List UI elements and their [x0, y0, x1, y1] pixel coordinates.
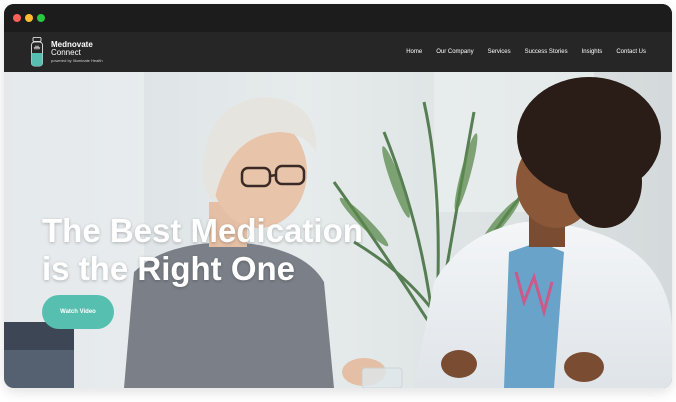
- hero-title-line-1: The Best Medication: [42, 212, 363, 249]
- hero-title-line-2: is the Right One: [42, 250, 296, 287]
- brand-logo-link[interactable]: Mednovate Connect powered by Illuminate …: [30, 36, 103, 68]
- nav-item-success-stories[interactable]: Success Stories: [525, 49, 568, 55]
- hero-section: The Best Medication is the Right One Wat…: [4, 72, 672, 388]
- nav-item-insights[interactable]: Insights: [582, 49, 603, 55]
- nav-item-home[interactable]: Home: [406, 49, 422, 55]
- close-window-button[interactable]: [13, 14, 21, 22]
- site-navbar: Mednovate Connect powered by Illuminate …: [4, 32, 672, 72]
- main-nav: Home Our Company Services Success Storie…: [406, 32, 646, 72]
- brand-powered-by: powered by Illuminate Health: [51, 57, 103, 63]
- browser-window: Mednovate Connect powered by Illuminate …: [4, 4, 672, 388]
- window-titlebar: [4, 4, 672, 32]
- maximize-window-button[interactable]: [37, 14, 45, 22]
- watch-video-button[interactable]: Watch Video: [42, 295, 114, 329]
- nav-item-contact-us[interactable]: Contact Us: [616, 49, 646, 55]
- minimize-window-button[interactable]: [25, 14, 33, 22]
- nav-item-our-company[interactable]: Our Company: [436, 49, 473, 55]
- hero-title: The Best Medication is the Right One: [42, 212, 442, 288]
- medication-bottle-icon: [31, 37, 43, 67]
- brand-name-line2: Connect: [51, 48, 81, 58]
- nav-item-services[interactable]: Services: [488, 49, 511, 55]
